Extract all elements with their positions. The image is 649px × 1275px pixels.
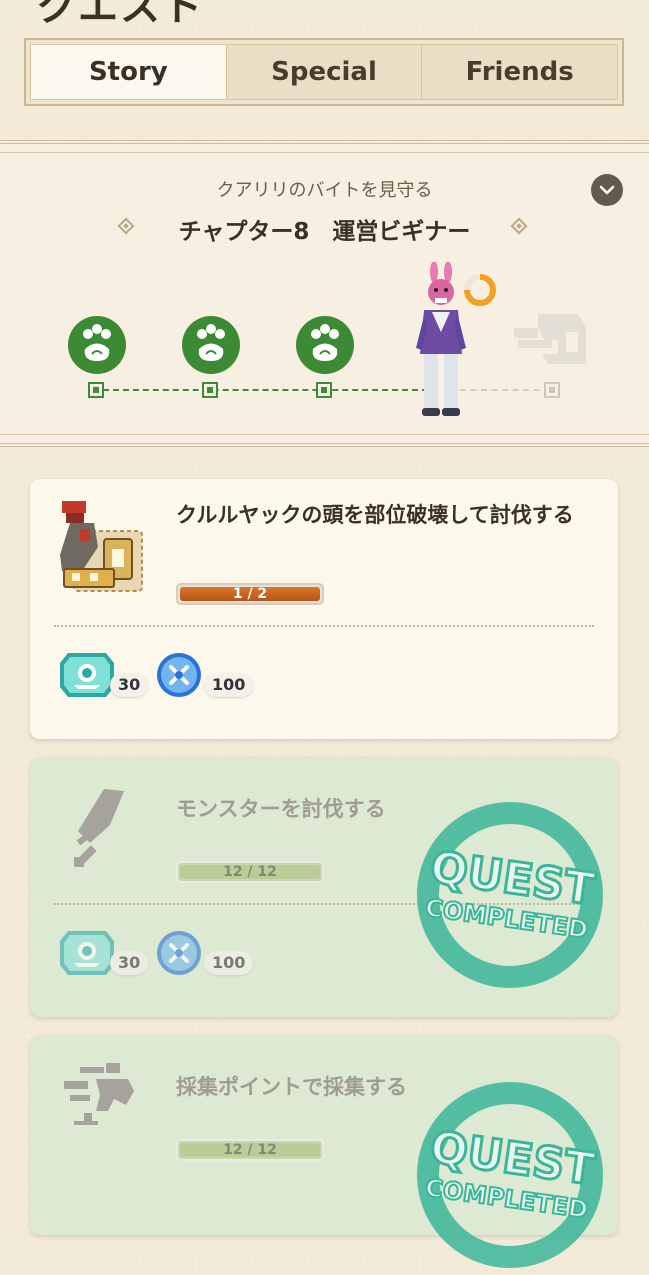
quest-progress-bar: 12 / 12 [176, 861, 324, 883]
paw-step-icon [68, 316, 126, 374]
quest-card[interactable]: モンスターを討伐する 12 / 12 30 100 QUEST COMPLETE… [30, 757, 618, 1017]
quest-completed-stamp: QUEST COMPLETED [417, 802, 603, 988]
expand-chapter-button[interactable] [591, 174, 623, 206]
chapter-track-pending [460, 389, 550, 391]
chapter-panel: クアリリのバイトを見守る チャプター8 運営ビギナー [0, 140, 649, 447]
quest-progress-bar: 12 / 12 [176, 1139, 324, 1161]
gem-reward-icon [60, 653, 114, 697]
chapter-title: チャプター8 運営ビギナー [178, 219, 471, 245]
quest-progress-text: 12 / 12 [223, 1142, 277, 1158]
reward-count: 30 [110, 673, 149, 697]
paw-step-icon [296, 316, 354, 374]
reward-item: 100 [154, 651, 254, 697]
chapter-track-completed [103, 389, 428, 391]
chapter-step-node [202, 382, 218, 398]
chapter-step-node [88, 382, 104, 398]
monster-icon [60, 501, 143, 592]
blue-orb-reward-icon [157, 653, 201, 697]
quest-title: クルルヤックの頭を部位破壊して討伐する [176, 503, 574, 527]
reward-count: 30 [110, 951, 149, 975]
gem-reward-icon [60, 931, 114, 975]
tab-bar: Story Special Friends [24, 38, 624, 106]
reward-item: 30 [60, 929, 150, 975]
locked-monster-icon [514, 314, 586, 364]
paw-step-icon [182, 316, 240, 374]
quest-progress-bar: 1 / 2 [176, 583, 324, 605]
blue-orb-reward-icon [157, 931, 201, 975]
tab-special[interactable]: Special [226, 45, 423, 99]
progress-ring-icon [464, 274, 496, 306]
chevron-down-icon [599, 185, 615, 195]
reward-count: 100 [204, 673, 254, 697]
tab-story[interactable]: Story [31, 45, 227, 99]
chapter-subtitle: クアリリのバイトを見守る [216, 180, 433, 201]
reward-item: 30 [60, 651, 150, 697]
sword-icon [74, 789, 124, 867]
quest-progress-text: 12 / 12 [223, 864, 277, 880]
chapter-step-node [316, 382, 332, 398]
tab-friends[interactable]: Friends [422, 45, 618, 99]
quest-card[interactable]: クルルヤックの頭を部位破壊して討伐する 1 / 2 30 100 [30, 479, 618, 739]
page-title: クエスト [36, 0, 204, 30]
card-divider [54, 625, 594, 627]
reward-item: 100 [154, 929, 254, 975]
reward-count: 100 [204, 951, 254, 975]
quest-progress-text: 1 / 2 [232, 586, 268, 602]
gather-icon [64, 1063, 134, 1125]
chapter-step-node [544, 382, 560, 398]
quest-card[interactable]: 採集ポイントで採集する 12 / 12 QUEST COMPLETED [30, 1035, 618, 1268]
quest-completed-stamp: QUEST COMPLETED [417, 1082, 603, 1268]
